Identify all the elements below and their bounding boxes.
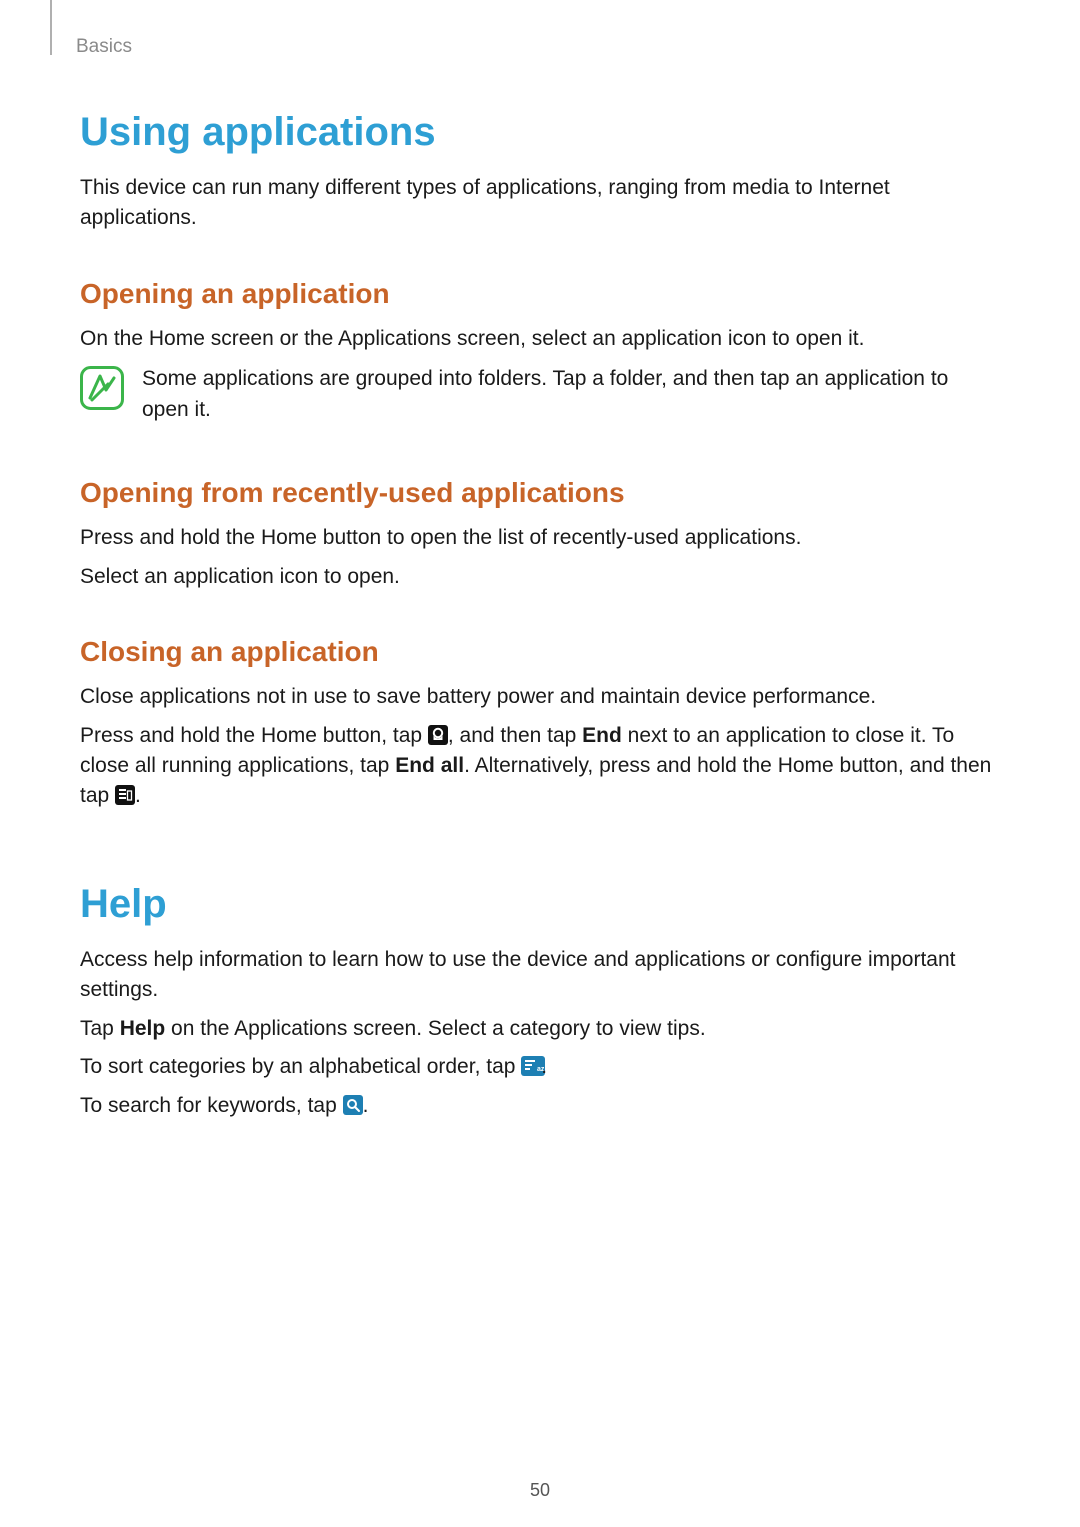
- text-fragment: Tap: [80, 1017, 120, 1040]
- sort-az-icon: az: [521, 1056, 541, 1076]
- section-title-using-applications: Using applications: [80, 110, 1000, 155]
- page-content: Using applications This device can run m…: [80, 110, 1000, 1121]
- text-fragment: on the Applications screen. Select a cat…: [165, 1017, 705, 1040]
- body-text: Tap Help on the Applications screen. Sel…: [80, 1014, 1000, 1044]
- text-fragment: .: [135, 784, 141, 807]
- subheading-closing-an-application: Closing an application: [80, 636, 1000, 668]
- task-manager-icon: [428, 725, 448, 745]
- close-all-icon: [115, 785, 135, 805]
- bold-end-all: End all: [395, 754, 464, 777]
- body-text: Select an application icon to open.: [80, 562, 1000, 592]
- manual-page: Basics Using applications This device ca…: [0, 0, 1080, 1527]
- section-intro: This device can run many different types…: [80, 173, 1000, 234]
- section-title-help: Help: [80, 882, 1000, 927]
- search-icon: [343, 1095, 363, 1115]
- text-fragment: .: [363, 1094, 369, 1117]
- bold-help: Help: [120, 1017, 166, 1040]
- page-number: 50: [0, 1480, 1080, 1501]
- note-block: Some applications are grouped into folde…: [80, 364, 1000, 433]
- text-fragment: , and then tap: [448, 724, 582, 747]
- body-text: Press and hold the Home button, tap , an…: [80, 721, 1000, 812]
- text-fragment: .: [541, 1055, 547, 1078]
- note-text: Some applications are grouped into folde…: [142, 364, 1000, 425]
- note-icon: [80, 366, 124, 410]
- body-text: To search for keywords, tap .: [80, 1091, 1000, 1121]
- text-fragment: To search for keywords, tap: [80, 1094, 343, 1117]
- subheading-opening-from-recently-used: Opening from recently-used applications: [80, 477, 1000, 509]
- body-text: To sort categories by an alphabetical or…: [80, 1052, 1000, 1082]
- bold-end: End: [582, 724, 622, 747]
- breadcrumb: Basics: [76, 36, 132, 58]
- header-divider: [50, 0, 52, 55]
- body-text: Close applications not in use to save ba…: [80, 682, 1000, 712]
- subheading-opening-an-application: Opening an application: [80, 278, 1000, 310]
- body-text: Press and hold the Home button to open t…: [80, 523, 1000, 553]
- text-fragment: To sort categories by an alphabetical or…: [80, 1055, 521, 1078]
- body-text: Access help information to learn how to …: [80, 945, 1000, 1006]
- text-fragment: Press and hold the Home button, tap: [80, 724, 428, 747]
- body-text: On the Home screen or the Applications s…: [80, 324, 1000, 354]
